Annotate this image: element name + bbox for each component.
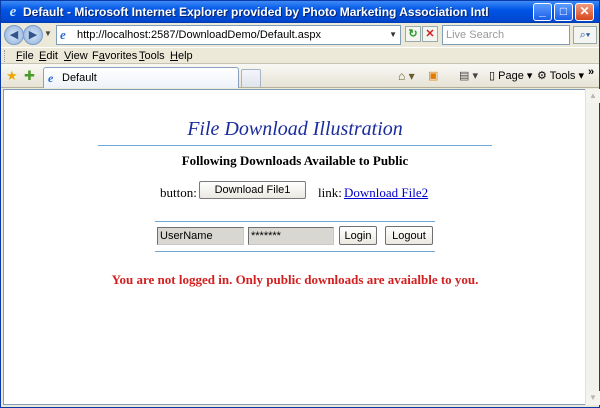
address-dropdown-icon[interactable]: ▼ bbox=[389, 30, 397, 39]
menu-view[interactable]: View bbox=[64, 50, 88, 62]
minimize-button[interactable]: _ bbox=[533, 3, 552, 21]
refresh-button[interactable]: ↻ bbox=[405, 26, 421, 42]
more-commands-icon[interactable]: » bbox=[588, 66, 594, 78]
page-content: File Download Illustration Following Dow… bbox=[3, 89, 585, 405]
tools-menu-label: Tools bbox=[549, 70, 576, 82]
tab-page-icon: e bbox=[48, 71, 54, 85]
menu-file[interactable]: File bbox=[16, 50, 34, 62]
page-title: File Download Illustration bbox=[187, 118, 403, 140]
page-icon: e bbox=[60, 27, 66, 42]
password-field[interactable] bbox=[248, 227, 334, 245]
title-bar[interactable]: e Default - Microsoft Internet Explorer … bbox=[1, 1, 599, 23]
menu-favorites-pre: F bbox=[92, 50, 99, 62]
login-top-divider bbox=[155, 221, 435, 222]
favorites-center-icon[interactable]: ★ bbox=[6, 68, 18, 84]
menu-bar: File Edit View Favorites Tools Help bbox=[1, 47, 599, 64]
menu-tools-label: ools bbox=[144, 50, 165, 62]
print-icon: ▤ bbox=[459, 70, 470, 82]
print-button[interactable]: ▤ ▾ bbox=[459, 69, 478, 82]
toolbar-grip[interactable] bbox=[4, 50, 7, 62]
page-menu-label: Page bbox=[498, 70, 524, 82]
menu-favorites[interactable]: Favorites bbox=[92, 50, 137, 62]
search-icon: ⌕▾ bbox=[579, 29, 591, 41]
tab-bar: ★ ✚ e Default ⌂ ▾ ▣ ▤ ▾ ▯ Page ▾ ⚙ Tools… bbox=[1, 64, 599, 88]
menu-file-accel: F bbox=[16, 50, 23, 62]
page-menu-icon: ▯ bbox=[489, 70, 496, 82]
address-bar[interactable]: e http://localhost:2587/DownloadDemo/Def… bbox=[56, 25, 401, 45]
maximize-icon: □ bbox=[559, 4, 568, 18]
stop-icon: ✕ bbox=[425, 28, 435, 40]
logout-button[interactable]: Logout bbox=[385, 226, 433, 245]
menu-edit-label: dit bbox=[46, 50, 58, 62]
search-button[interactable]: ⌕▾ bbox=[573, 26, 597, 44]
button-label: button: bbox=[160, 185, 197, 200]
menu-tools[interactable]: Tools bbox=[139, 50, 165, 62]
gear-icon: ⚙ bbox=[537, 70, 547, 82]
browser-window: e Default - Microsoft Internet Explorer … bbox=[0, 0, 600, 408]
home-button[interactable]: ⌂ ▾ bbox=[398, 69, 415, 83]
scroll-down-icon[interactable]: ▼ bbox=[586, 391, 600, 405]
feeds-button[interactable]: ▣ bbox=[428, 69, 438, 82]
tools-menu-button[interactable]: ⚙ Tools ▾ bbox=[537, 69, 584, 82]
link-label: link: bbox=[318, 185, 342, 200]
menu-file-label: ile bbox=[22, 50, 34, 62]
home-icon: ⌂ bbox=[398, 69, 406, 83]
ie-logo-icon: e bbox=[9, 4, 17, 20]
maximize-button[interactable]: □ bbox=[554, 3, 573, 21]
download-file1-button[interactable]: Download File1 bbox=[199, 181, 306, 199]
menu-edit[interactable]: Edit bbox=[39, 50, 58, 62]
window-title: Default - Microsoft Internet Explorer pr… bbox=[23, 5, 489, 19]
stop-button[interactable]: ✕ bbox=[422, 26, 438, 42]
menu-help-accel: H bbox=[170, 50, 178, 62]
address-toolbar: ◀ ▶ ▼ e http://localhost:2587/DownloadDe… bbox=[1, 23, 599, 47]
search-input[interactable]: Live Search bbox=[442, 25, 570, 45]
menu-help-label: elp bbox=[177, 50, 193, 62]
close-button[interactable]: ✕ bbox=[575, 3, 594, 21]
menu-help[interactable]: Help bbox=[170, 50, 193, 62]
download-file2-link[interactable]: Download File2 bbox=[344, 185, 428, 201]
username-field[interactable] bbox=[157, 227, 244, 245]
heading-divider bbox=[98, 145, 492, 146]
refresh-icon: ↻ bbox=[408, 28, 418, 40]
feed-icon: ▣ bbox=[428, 70, 439, 82]
tab-default[interactable]: e Default bbox=[43, 67, 239, 88]
menu-favorites-label: vorites bbox=[104, 50, 138, 62]
forward-arrow-icon: ▶ bbox=[28, 29, 38, 41]
recent-pages-dropdown[interactable]: ▼ bbox=[44, 29, 52, 38]
page-menu-button[interactable]: ▯ Page ▾ bbox=[489, 69, 532, 82]
login-button[interactable]: Login bbox=[339, 226, 377, 245]
status-message: You are not logged in. Only public downl… bbox=[111, 272, 479, 287]
downloads-subheading: Following Downloads Available to Public bbox=[181, 153, 409, 168]
forward-button[interactable]: ▶ bbox=[23, 25, 43, 45]
new-tab-button[interactable] bbox=[241, 69, 261, 87]
vertical-scrollbar[interactable]: ▲ ▼ bbox=[585, 89, 600, 405]
tab-label: Default bbox=[62, 72, 97, 84]
back-button[interactable]: ◀ bbox=[4, 25, 24, 45]
login-bottom-divider bbox=[155, 251, 435, 252]
scroll-up-icon[interactable]: ▲ bbox=[586, 89, 600, 103]
close-icon: ✕ bbox=[579, 4, 590, 18]
address-url[interactable]: http://localhost:2587/DownloadDemo/Defau… bbox=[77, 29, 321, 41]
menu-view-label: iew bbox=[71, 50, 88, 62]
minimize-icon: _ bbox=[539, 4, 546, 18]
add-favorites-icon[interactable]: ✚ bbox=[24, 68, 35, 84]
back-arrow-icon: ◀ bbox=[9, 29, 19, 41]
